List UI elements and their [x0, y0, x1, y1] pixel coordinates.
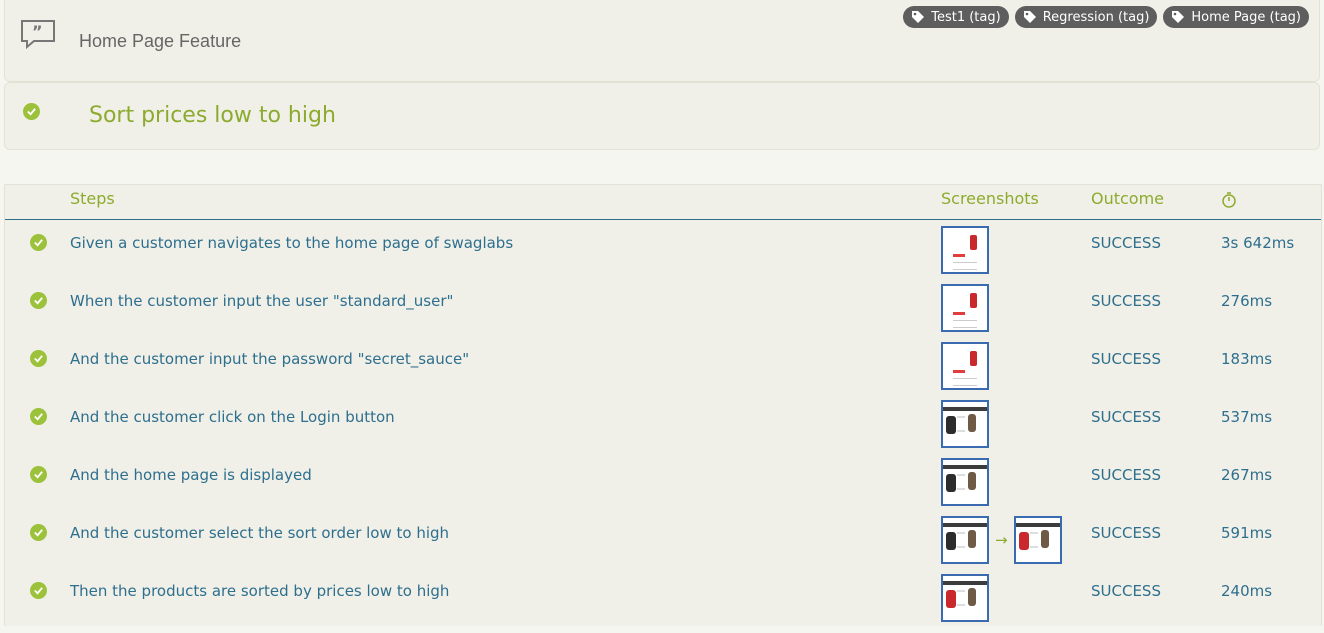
duration-label: 183ms: [1221, 350, 1273, 368]
outcome-label: SUCCESS: [1091, 524, 1161, 542]
tag-icon: [1023, 11, 1036, 23]
screenshot-thumbnail[interactable]: [941, 400, 989, 448]
step-text[interactable]: And the customer click on the Login butt…: [70, 408, 395, 426]
table-row: When the customer input the user "standa…: [5, 278, 1321, 336]
screenshot-list: [941, 458, 989, 506]
screenshot-thumbnail[interactable]: [941, 226, 989, 274]
outcome-label: SUCCESS: [1091, 350, 1161, 368]
steps-table: Steps Screenshots Outcome Given a custom…: [4, 184, 1322, 626]
outcome-label: SUCCESS: [1091, 582, 1161, 600]
tag-label: Regression (tag): [1042, 9, 1150, 25]
check-circle-icon: [30, 524, 47, 541]
table-row: And the customer select the sort order l…: [5, 510, 1321, 568]
arrow-right-icon: →: [995, 531, 1008, 549]
feature-title: Home Page Feature: [79, 31, 242, 51]
check-circle-icon: [30, 292, 47, 309]
screenshot-list: [941, 284, 989, 332]
table-row: Given a customer navigates to the home p…: [5, 220, 1321, 278]
outcome-label: SUCCESS: [1091, 292, 1161, 310]
check-circle-icon: [30, 466, 47, 483]
duration-label: 267ms: [1221, 466, 1273, 484]
outcome-label: SUCCESS: [1091, 408, 1161, 426]
screenshot-thumbnail[interactable]: [1013, 516, 1062, 564]
step-text[interactable]: And the home page is displayed: [70, 466, 312, 484]
duration-label: 240ms: [1221, 582, 1273, 600]
screenshot-list: [941, 226, 989, 274]
duration-label: 276ms: [1221, 292, 1273, 310]
screenshot-list: [941, 400, 989, 448]
screenshot-thumbnail[interactable]: [941, 342, 989, 390]
header-steps: Steps: [70, 189, 115, 208]
tag-icon: [912, 11, 925, 23]
duration-label: 3s 642ms: [1221, 234, 1295, 252]
tag-label: Test1 (tag): [931, 9, 1001, 25]
table-row: And the customer input the password "sec…: [5, 336, 1321, 394]
svg-text:”: ”: [32, 22, 43, 41]
scenario-title: Sort prices low to high: [89, 103, 336, 128]
feature-header: ” Home Page Feature Test1 (tag) Regressi…: [4, 0, 1320, 82]
scenario-header: Sort prices low to high: [4, 82, 1320, 150]
tag-test1[interactable]: Test1 (tag): [903, 6, 1009, 28]
screenshot-thumbnail[interactable]: [941, 284, 989, 332]
step-text[interactable]: And the customer input the password "sec…: [70, 350, 469, 368]
stopwatch-icon: [1222, 192, 1236, 208]
header-screenshots: Screenshots: [941, 189, 1039, 208]
table-header: Steps Screenshots Outcome: [5, 185, 1321, 220]
header-outcome: Outcome: [1091, 189, 1165, 208]
step-text[interactable]: Given a customer navigates to the home p…: [70, 234, 513, 252]
duration-label: 591ms: [1221, 524, 1273, 542]
screenshot-list: [941, 574, 989, 622]
check-circle-icon: [30, 350, 47, 367]
quote-icon: ”: [21, 20, 55, 50]
outcome-label: SUCCESS: [1091, 234, 1161, 252]
tag-home-page[interactable]: Home Page (tag): [1163, 6, 1309, 28]
check-circle-icon: [30, 234, 47, 251]
outcome-label: SUCCESS: [1091, 466, 1161, 484]
table-body: Given a customer navigates to the home p…: [5, 220, 1321, 626]
tag-icon: [1172, 11, 1185, 23]
step-text[interactable]: When the customer input the user "standa…: [70, 292, 453, 310]
table-row: And the home page is displayed SUCCESS 267…: [5, 452, 1321, 510]
duration-label: 537ms: [1221, 408, 1273, 426]
screenshot-list: [941, 342, 989, 390]
step-text[interactable]: And the customer select the sort order l…: [70, 524, 449, 542]
check-circle-icon: [30, 582, 47, 599]
tag-list: Test1 (tag) Regression (tag) Home Page (…: [903, 6, 1309, 28]
check-circle-icon: [30, 408, 47, 425]
tag-regression[interactable]: Regression (tag): [1014, 6, 1158, 28]
table-row: Then the products are sorted by prices l…: [5, 568, 1321, 626]
screenshot-thumbnail[interactable]: [941, 458, 989, 506]
step-text[interactable]: Then the products are sorted by prices l…: [70, 582, 449, 600]
tag-label: Home Page (tag): [1191, 9, 1301, 25]
screenshot-list: →: [941, 516, 1062, 564]
table-row: And the customer click on the Login butt…: [5, 394, 1321, 452]
screenshot-thumbnail[interactable]: [941, 516, 989, 564]
check-circle-icon: [23, 103, 40, 120]
screenshot-thumbnail[interactable]: [941, 574, 989, 622]
